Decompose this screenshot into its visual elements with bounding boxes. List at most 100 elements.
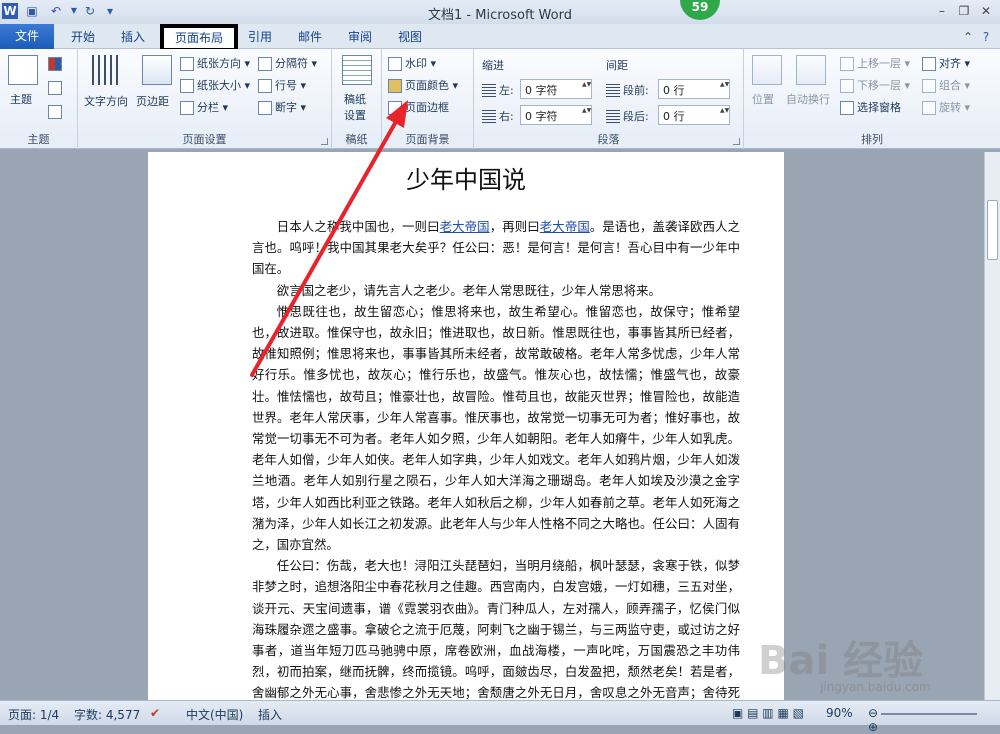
bring-forward-button[interactable]: 上移一层 ▾ [840, 55, 910, 71]
spacing-after-input[interactable]: 0 行 [658, 105, 730, 125]
paragraph-launcher-icon[interactable] [733, 138, 740, 145]
group-label-page-setup: 页面设置 [182, 133, 227, 146]
vertical-scrollbar[interactable] [984, 152, 1000, 700]
breaks-button[interactable]: 分隔符 ▾ [258, 55, 317, 71]
indent-right-input[interactable]: 0 字符 [520, 105, 592, 125]
margins-button[interactable]: 页边距 [136, 93, 169, 109]
page-borders-button[interactable]: 页面边框 [388, 99, 449, 115]
collapse-ribbon-icon[interactable]: ⌃ [958, 28, 978, 46]
size-icon [180, 79, 194, 93]
page-setup-launcher-icon[interactable] [321, 138, 328, 145]
spacing-after-label: 段后: [606, 108, 649, 124]
indent-left-input[interactable]: 0 字符 [520, 79, 592, 99]
group-label-page-background: 页面背景 [405, 133, 450, 146]
status-zoom[interactable]: 90% [826, 706, 853, 720]
columns-button[interactable]: 分栏 ▾ [180, 99, 228, 115]
watermark-icon [388, 57, 402, 71]
themes-button-label[interactable]: 主题 [10, 91, 32, 107]
group-manuscript: 稿纸 设置 稿纸 [332, 49, 382, 149]
tab-insert[interactable]: 插入 [112, 28, 154, 46]
manuscript-button-line2[interactable]: 设置 [344, 107, 366, 123]
wrap-text-icon[interactable] [796, 55, 826, 85]
status-bar: 页面: 1/4 字数: 4,577 ✔ 中文(中国) 插入 ▣ ▤ ▥ ▦ ▧ … [0, 700, 1000, 734]
zoom-slider[interactable]: ⊖⊕ [868, 706, 988, 734]
restore-button[interactable]: ❐ [954, 2, 974, 20]
document-title[interactable]: 少年中国说 [148, 160, 784, 195]
bring-forward-icon [840, 57, 854, 71]
spacing-heading: 间距 [606, 59, 628, 72]
selection-pane-icon [840, 101, 854, 115]
tab-page-layout[interactable]: 页面布局 [160, 24, 238, 52]
page-color-icon [388, 79, 402, 93]
line-numbers-icon [258, 79, 272, 93]
spacing-after-icon [606, 110, 620, 124]
close-button[interactable]: ✕ [976, 2, 996, 20]
tab-review[interactable]: 审阅 [340, 28, 380, 46]
baidu-watermark-url: jingyan.baidu.com [820, 680, 931, 694]
position-icon[interactable] [752, 55, 782, 85]
send-backward-button[interactable]: 下移一层 ▾ [840, 77, 910, 93]
indent-right-icon [482, 110, 496, 124]
minimize-button[interactable]: – [932, 2, 952, 20]
scrollbar-thumb[interactable] [987, 200, 998, 260]
theme-colors-icon[interactable] [48, 57, 62, 71]
indent-left-icon [482, 84, 496, 98]
wrap-text-button[interactable]: 自动换行 [786, 91, 830, 107]
send-backward-icon [840, 79, 854, 93]
watermark-button[interactable]: 水印 ▾ [388, 55, 436, 71]
paragraph-2[interactable]: 欲言国之老少，请先言人之老少。老年人常思既往，少年人常思将来。 [252, 280, 740, 301]
document-body[interactable]: 日本人之称我中国也，一则曰老大帝国，再则曰老大帝国。是语也，盖袭译欧西人之言也。… [252, 216, 740, 700]
spacing-before-label: 段前: [606, 82, 649, 98]
manuscript-button-line1[interactable]: 稿纸 [344, 91, 366, 107]
tab-view[interactable]: 视图 [390, 28, 430, 46]
tab-home[interactable]: 开始 [62, 28, 104, 46]
size-button[interactable]: 纸张大小 ▾ [180, 77, 250, 93]
hyphenation-button[interactable]: 断字 ▾ [258, 99, 306, 115]
spacing-before-input[interactable]: 0 行 [658, 79, 730, 99]
selection-pane-button[interactable]: 选择窗格 [840, 99, 901, 115]
link-old-empire-1[interactable]: 老大帝国 [440, 219, 490, 234]
status-page[interactable]: 页面: 1/4 [8, 706, 59, 723]
proofing-icon[interactable]: ✔ [150, 706, 160, 720]
rotate-icon [922, 101, 936, 115]
group-page-background: 水印 ▾ 页面颜色 ▾ 页面边框 页面背景 [382, 49, 474, 149]
orientation-button[interactable]: 纸张方向 ▾ [180, 55, 250, 71]
status-insert-mode[interactable]: 插入 [258, 706, 282, 723]
indent-heading: 缩进 [482, 59, 504, 72]
page-color-button[interactable]: 页面颜色 ▾ [388, 77, 458, 93]
window-title: 文档1 - Microsoft Word [428, 8, 572, 23]
baidu-watermark: Bai 经验 [758, 638, 924, 684]
group-label-arrange: 排列 [861, 133, 883, 146]
indent-left-label: 左: [482, 82, 514, 98]
group-objects-button[interactable]: 组合 ▾ [922, 77, 970, 93]
manuscript-icon[interactable] [342, 55, 372, 85]
margins-icon[interactable] [142, 55, 172, 85]
group-page-setup: 文字方向 页边距 纸张方向 ▾ 纸张大小 ▾ 分栏 ▾ 分隔符 ▾ 行号 ▾ 断… [78, 49, 332, 149]
view-buttons-icon[interactable]: ▣ ▤ ▥ ▦ ▧ [732, 706, 804, 720]
position-button[interactable]: 位置 [752, 91, 774, 107]
paragraph-4[interactable]: 任公曰：伤哉，老大也！浔阳江头琵琶妇，当明月绕船，枫叶瑟瑟，衾寒于铁，似梦非梦之… [252, 555, 740, 700]
tab-mailings[interactable]: 邮件 [290, 28, 330, 46]
tab-file[interactable]: 文件 [0, 24, 54, 49]
theme-effects-icon[interactable] [48, 105, 62, 119]
link-old-empire-2[interactable]: 老大帝国 [540, 219, 590, 234]
ribbon-tabs: 文件 开始 插入 页面布局 引用 邮件 审阅 视图 ⌃ ? [0, 24, 1000, 52]
text-direction-icon[interactable] [92, 55, 122, 85]
themes-icon[interactable] [8, 55, 38, 85]
spacing-before-icon [606, 84, 620, 98]
title-bar: W ▣ ↶ ▼ ↻ ▾ 文档1 - Microsoft Word – ❐ ✕ [0, 0, 1000, 24]
ribbon: 主题 主题 文字方向 页边距 纸张方向 ▾ 纸张大小 ▾ 分栏 ▾ 分隔符 ▾ … [0, 49, 1000, 149]
group-themes: 主题 主题 [0, 49, 78, 149]
paragraph-1[interactable]: 日本人之称我中国也，一则曰老大帝国，再则曰老大帝国。是语也，盖袭译欧西人之言也。… [252, 216, 740, 280]
status-language[interactable]: 中文(中国) [186, 706, 243, 723]
text-direction-button[interactable]: 文字方向 [84, 93, 128, 109]
help-icon[interactable]: ? [976, 28, 996, 46]
line-numbers-button[interactable]: 行号 ▾ [258, 77, 306, 93]
status-word-count[interactable]: 字数: 4,577 [74, 706, 140, 723]
rotate-button[interactable]: 旋转 ▾ [922, 99, 970, 115]
align-button[interactable]: 对齐 ▾ [922, 55, 970, 71]
theme-fonts-icon[interactable] [48, 81, 62, 95]
paragraph-3[interactable]: 惟思既往也，故生留恋心；惟思将来也，故生希望心。惟留恋也，故保守；惟希望也，故进… [252, 301, 740, 555]
document-page[interactable]: 少年中国说 日本人之称我中国也，一则曰老大帝国，再则曰老大帝国。是语也，盖袭译欧… [148, 152, 784, 700]
tab-references[interactable]: 引用 [240, 28, 280, 46]
